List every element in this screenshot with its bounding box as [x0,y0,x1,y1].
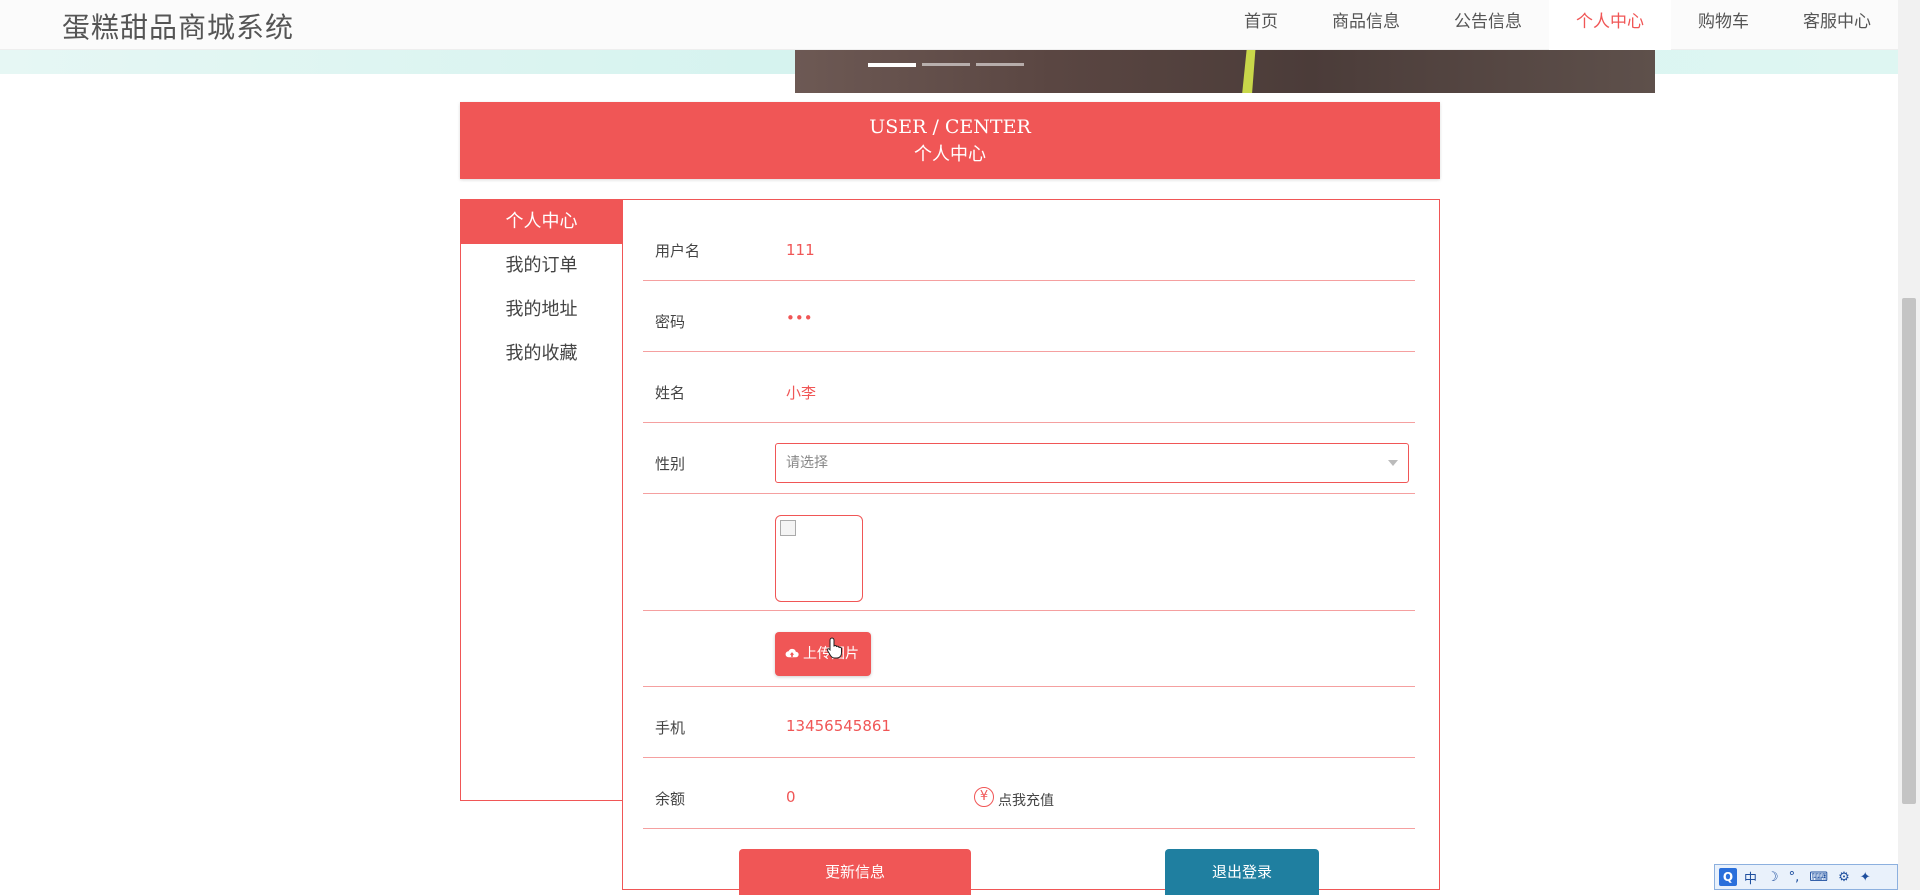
side-item-orders[interactable]: 我的订单 [461,244,622,288]
cloud-upload-icon [785,648,799,658]
nav-item-products[interactable]: 商品信息 [1305,0,1427,50]
username-label: 用户名 [655,242,701,260]
banner-slider-indicators [868,63,1024,67]
gender-select-placeholder: 请选择 [786,455,828,471]
chevron-down-icon [1388,460,1398,466]
top-navbar: 蛋糕甜品商城系统 首页 商品信息 公告信息 个人中心 购物车 客服中心 [0,0,1898,50]
ime-tools-icon[interactable]: ✦ [1857,870,1874,885]
balance-value: 0 [786,788,796,806]
form-row-phone: 手机 13456545861 [643,687,1415,758]
nav-item-home[interactable]: 首页 [1217,0,1305,50]
hand-cursor-icon [826,637,842,659]
logout-button[interactable]: 退出登录 [1165,849,1319,895]
phone-label: 手机 [655,719,686,737]
form-row-password: 密码 ••• [643,281,1415,352]
form-row-avatar [643,494,1415,611]
ime-logo-icon[interactable]: Q [1719,868,1737,886]
slider-dot[interactable] [976,63,1024,66]
slider-dot[interactable] [922,63,970,66]
nav-item-service[interactable]: 客服中心 [1776,0,1898,50]
ime-moon-icon[interactable]: ☽ [1764,870,1782,885]
nav-item-user-center[interactable]: 个人中心 [1549,0,1671,50]
name-value[interactable]: 小李 [786,382,816,403]
yen-icon[interactable]: ¥ [974,787,994,807]
nav-item-cart[interactable]: 购物车 [1671,0,1776,50]
side-item-favorites[interactable]: 我的收藏 [461,332,622,376]
form-row-username: 用户名 111 [643,200,1415,281]
password-label: 密码 [655,313,686,331]
update-info-button[interactable]: 更新信息 [739,849,971,895]
nav-item-notices[interactable]: 公告信息 [1427,0,1549,50]
ime-punctuation-icon[interactable]: °, [1786,870,1803,885]
side-item-user-center[interactable]: 个人中心 [461,200,622,244]
ime-toolbar: Q 中 ☽ °, ⌨ ⚙ ✦ [1714,864,1898,890]
nav-menu: 首页 商品信息 公告信息 个人中心 购物车 客服中心 [1217,0,1898,50]
profile-form: 用户名 111 密码 ••• 姓名 小李 性别 手机 13456545861 余… [622,199,1440,890]
gender-select[interactable]: 请选择 [775,443,1409,483]
form-row-upload [643,611,1415,687]
scrollbar-thumb[interactable] [1902,298,1916,804]
page-header-en: USER / CENTER [869,116,1031,138]
avatar-preview [775,515,863,602]
username-value[interactable]: 111 [786,241,815,259]
ime-keyboard-icon[interactable]: ⌨ [1806,870,1831,885]
vertical-scrollbar[interactable] [1898,0,1920,890]
banner-image [795,50,1655,93]
page-header: USER / CENTER 个人中心 [460,102,1440,179]
upload-image-button[interactable]: 上传图片 [775,632,871,676]
side-item-addresses[interactable]: 我的地址 [461,288,622,332]
recharge-link[interactable]: 点我充值 [998,790,1054,810]
form-row-name: 姓名 小李 [643,352,1415,423]
name-label: 姓名 [655,384,686,402]
balance-label: 余额 [655,790,686,808]
gender-label: 性别 [655,455,686,473]
password-value[interactable]: ••• [786,309,813,327]
slider-dot[interactable] [868,63,916,67]
ime-settings-icon[interactable]: ⚙ [1835,870,1853,885]
page-header-cn: 个人中心 [914,144,986,165]
ime-mode-toggle[interactable]: 中 [1741,868,1760,887]
side-menu: 个人中心 我的订单 我的地址 我的收藏 [460,199,623,801]
broken-image-icon [780,520,796,536]
site-title: 蛋糕甜品商城系统 [62,11,295,44]
phone-value[interactable]: 13456545861 [786,717,891,735]
